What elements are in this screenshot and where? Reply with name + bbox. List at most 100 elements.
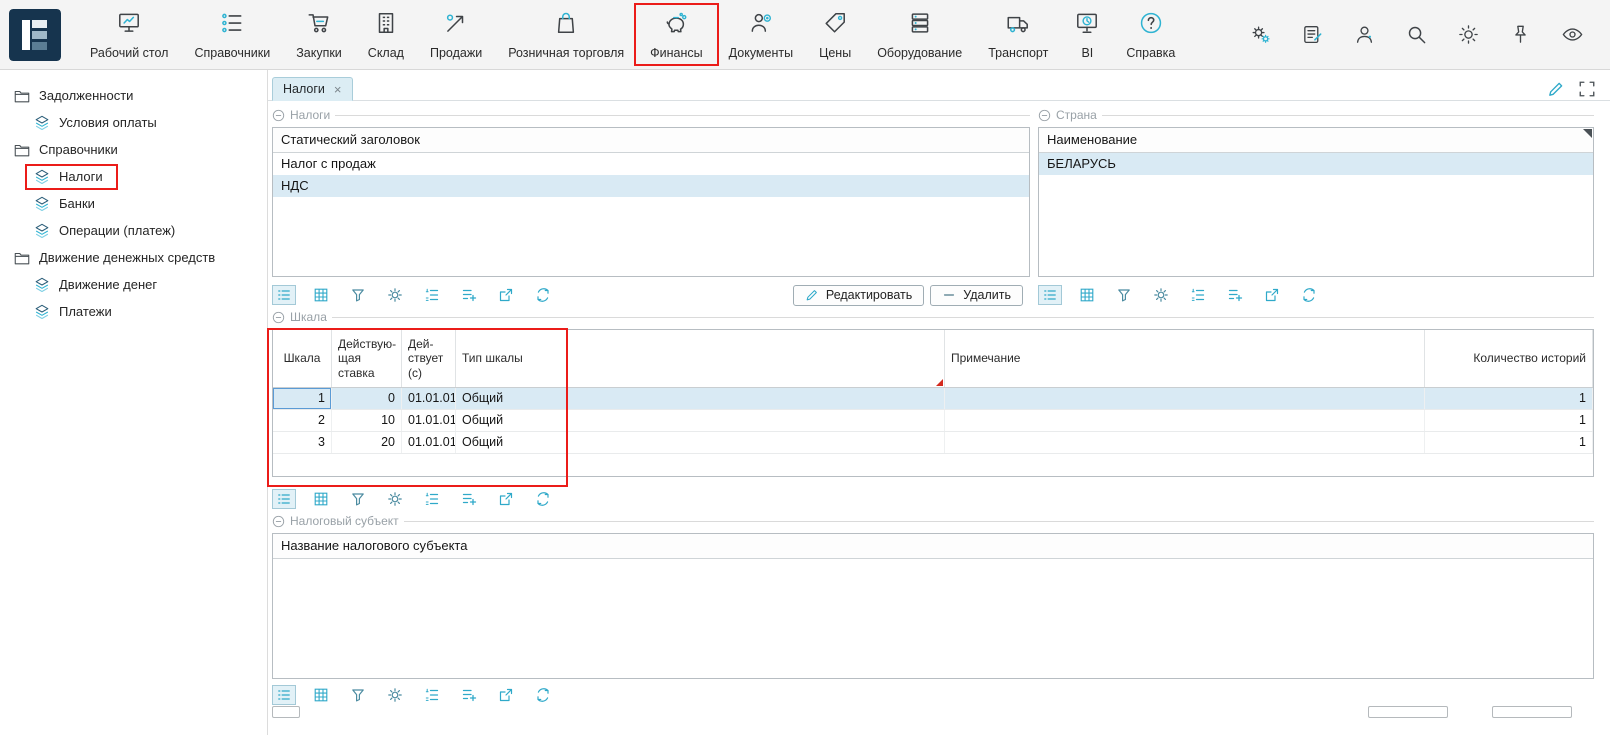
menu-item-catalogs[interactable]: Справочники — [181, 4, 283, 66]
refresh-icon[interactable] — [531, 285, 555, 305]
settings-gear-icon[interactable] — [1149, 285, 1173, 305]
settings-gear-icon[interactable] — [383, 685, 407, 705]
collapse-icon[interactable] — [272, 311, 285, 324]
taxes-list-header[interactable]: Статический заголовок — [273, 128, 1029, 153]
cell-note[interactable] — [945, 388, 1425, 409]
collapse-icon[interactable] — [272, 109, 285, 122]
sidebar-item-cash-flow[interactable]: Движение денежных средств — [0, 244, 267, 271]
cutoff-button[interactable] — [272, 706, 300, 718]
app-logo[interactable] — [9, 9, 61, 61]
menu-item-transport[interactable]: Транспорт — [975, 4, 1061, 66]
visibility-button[interactable] — [1561, 23, 1584, 46]
open-in-window-icon[interactable] — [1260, 285, 1284, 305]
menu-item-equipment[interactable]: Оборудование — [864, 4, 975, 66]
country-list-header[interactable]: Наименование — [1039, 128, 1593, 153]
user-button[interactable] — [1353, 23, 1376, 46]
grid-view-icon[interactable] — [309, 685, 333, 705]
sidebar-item-taxes[interactable]: Налоги — [0, 163, 267, 190]
list-view-icon[interactable] — [272, 685, 296, 705]
cutoff-button[interactable] — [1492, 706, 1572, 718]
cell-effective-from[interactable]: 01.01.01 — [402, 432, 456, 453]
grid-view-icon[interactable] — [309, 285, 333, 305]
cell-note[interactable] — [945, 432, 1425, 453]
sidebar-item-money-movement[interactable]: Движение денег — [0, 271, 267, 298]
cell-empty[interactable] — [568, 388, 945, 409]
menu-item-documents[interactable]: Документы — [716, 4, 806, 66]
column-menu-icon[interactable] — [1583, 129, 1592, 138]
refresh-icon[interactable] — [1297, 285, 1321, 305]
notes-button[interactable] — [1301, 23, 1324, 46]
column-header-rate[interactable]: Действую-щая ставка — [332, 330, 402, 387]
column-header-scale[interactable]: Шкала — [273, 330, 332, 387]
cell-scale[interactable]: 2 — [273, 410, 332, 431]
cell-scale[interactable]: 3 — [273, 432, 332, 453]
open-in-window-icon[interactable] — [494, 285, 518, 305]
tab-taxes[interactable]: Налоги × — [272, 77, 353, 101]
sidebar-item-debts[interactable]: Задолженности — [0, 82, 267, 109]
cell-empty[interactable] — [568, 432, 945, 453]
menu-item-retail[interactable]: Розничная торговля — [495, 4, 637, 66]
menu-item-prices[interactable]: Цены — [806, 4, 864, 66]
cell-scale[interactable]: 1 — [273, 388, 332, 409]
table-row[interactable]: 1 0 01.01.01 Общий 1 — [273, 388, 1593, 410]
list-view-icon[interactable] — [272, 285, 296, 305]
column-header-note[interactable]: Примечание — [945, 330, 1425, 387]
add-to-list-icon[interactable] — [457, 685, 481, 705]
table-row[interactable]: 3 20 01.01.01 Общий 1 — [273, 432, 1593, 454]
settings-gear-icon[interactable] — [383, 285, 407, 305]
add-to-list-icon[interactable] — [457, 489, 481, 509]
tab-close-icon[interactable]: × — [334, 83, 342, 96]
grid-view-icon[interactable] — [309, 489, 333, 509]
cell-scale-type[interactable]: Общий — [456, 388, 568, 409]
tax-subject-list-header[interactable]: Название налогового субъекта — [273, 534, 1593, 559]
menu-item-bi[interactable]: BI — [1061, 4, 1113, 66]
menu-item-warehouse[interactable]: Склад — [355, 4, 417, 66]
sidebar-item-payments[interactable]: Платежи — [0, 298, 267, 325]
numbered-list-icon[interactable] — [420, 489, 444, 509]
numbered-list-icon[interactable] — [420, 285, 444, 305]
open-in-window-icon[interactable] — [494, 685, 518, 705]
open-in-window-icon[interactable] — [494, 489, 518, 509]
cell-rate[interactable]: 10 — [332, 410, 402, 431]
list-item[interactable]: НДС — [273, 175, 1029, 197]
column-header-effective-from[interactable]: Дей-ствует (с) — [402, 330, 456, 387]
menu-item-purchases[interactable]: Закупки — [283, 4, 355, 66]
filter-icon[interactable] — [346, 285, 370, 305]
cell-note[interactable] — [945, 410, 1425, 431]
cell-effective-from[interactable]: 01.01.01 — [402, 410, 456, 431]
menu-item-finance[interactable]: Финансы — [637, 4, 715, 66]
fullscreen-icon[interactable] — [1578, 80, 1596, 98]
search-button[interactable] — [1405, 23, 1428, 46]
column-header-empty[interactable] — [568, 330, 945, 387]
filter-icon[interactable] — [346, 489, 370, 509]
menu-item-help[interactable]: Справка — [1113, 4, 1188, 66]
refresh-icon[interactable] — [531, 489, 555, 509]
theme-button[interactable] — [1457, 23, 1480, 46]
add-to-list-icon[interactable] — [457, 285, 481, 305]
filter-icon[interactable] — [346, 685, 370, 705]
settings-button[interactable] — [1249, 23, 1272, 46]
cutoff-button[interactable] — [1368, 706, 1448, 718]
cell-history-count[interactable]: 1 — [1425, 432, 1593, 453]
cell-empty[interactable] — [568, 410, 945, 431]
edit-button[interactable]: Редактировать — [793, 285, 924, 306]
cell-history-count[interactable]: 1 — [1425, 410, 1593, 431]
collapse-icon[interactable] — [272, 515, 285, 528]
sidebar-item-operations[interactable]: Операции (платеж) — [0, 217, 267, 244]
list-item[interactable]: БЕЛАРУСЬ — [1039, 153, 1593, 175]
cell-rate[interactable]: 0 — [332, 388, 402, 409]
settings-gear-icon[interactable] — [383, 489, 407, 509]
sidebar-item-banks[interactable]: Банки — [0, 190, 267, 217]
pin-button[interactable] — [1509, 23, 1532, 46]
cell-scale-type[interactable]: Общий — [456, 432, 568, 453]
cell-rate[interactable]: 20 — [332, 432, 402, 453]
delete-button[interactable]: Удалить — [930, 285, 1023, 306]
table-row[interactable]: 2 10 01.01.01 Общий 1 — [273, 410, 1593, 432]
sidebar-item-payment-terms[interactable]: Условия оплаты — [0, 109, 267, 136]
list-view-icon[interactable] — [1038, 285, 1062, 305]
cell-effective-from[interactable]: 01.01.01 — [402, 388, 456, 409]
grid-view-icon[interactable] — [1075, 285, 1099, 305]
collapse-icon[interactable] — [1038, 109, 1051, 122]
numbered-list-icon[interactable] — [420, 685, 444, 705]
numbered-list-icon[interactable] — [1186, 285, 1210, 305]
